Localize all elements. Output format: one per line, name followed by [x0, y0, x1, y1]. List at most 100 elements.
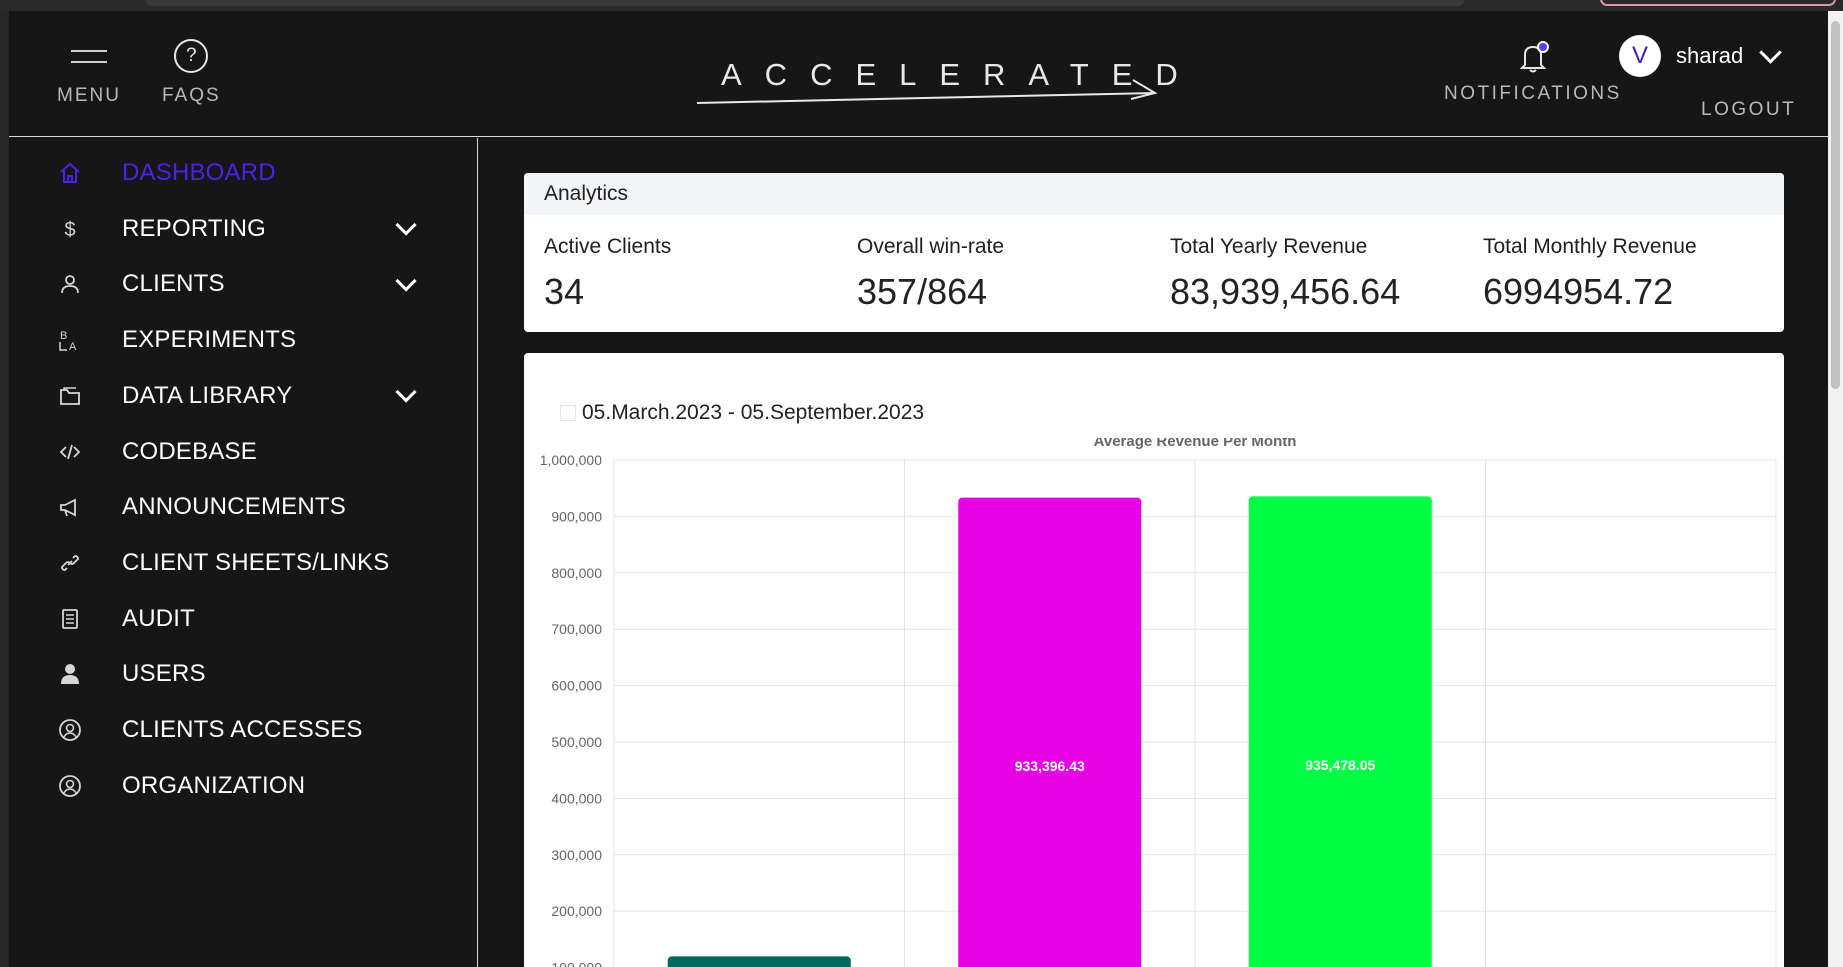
chevron-down-icon[interactable] [395, 214, 417, 236]
analytics-card: Analytics Active Clients 34 Overall win-… [524, 173, 1784, 332]
chevron-down-icon[interactable] [395, 381, 417, 403]
y-tick-label: 900,000 [551, 508, 602, 524]
user-circle-icon [57, 717, 83, 743]
stat-value: 34 [544, 271, 585, 312]
svg-text:$: $ [64, 219, 75, 241]
sidebar-item-label: REPORTING [122, 214, 267, 242]
sidebar-item-label: DATA LIBRARY [122, 381, 293, 409]
y-tick-label: 700,000 [551, 621, 602, 637]
logo-swoosh-icon [696, 79, 1158, 104]
sidebar-item-clients[interactable]: CLIENTS [9, 256, 478, 312]
question-icon: ? [174, 39, 209, 73]
bar [958, 497, 1142, 967]
username: sharad [1676, 43, 1744, 68]
stat-title: Total Yearly Revenue [1170, 235, 1368, 258]
revenue-bar-chart: Average Revenue Per Month 100,000 200,000 3… [540, 438, 1777, 967]
stat-win-rate: Overall win-rate 357/864 [857, 235, 1004, 313]
page-scrollbar[interactable] [1828, 11, 1843, 967]
browser-url-bar[interactable] [145, 0, 1465, 6]
stat-value: 6994954.72 [1483, 271, 1674, 312]
analytics-title: Analytics [524, 173, 1784, 215]
y-tick-label: 600,000 [551, 678, 602, 694]
sidebar-item-label: CLIENT SHEETS/LINKS [122, 548, 390, 576]
sidebar-item-label: CLIENTS [122, 270, 225, 298]
sidebar-item-label: CLIENTS ACCESSES [122, 716, 363, 743]
bar-value-label: 935,478.05 [1305, 757, 1375, 773]
date-range-picker[interactable]: 05.March.2023 - 05.September.2023 [560, 401, 924, 425]
y-tick-label: 800,000 [551, 565, 602, 581]
stat-monthly-revenue: Total Monthly Revenue 6994954.72 [1483, 235, 1697, 313]
svg-text:B: B [60, 330, 67, 342]
notifications-button[interactable]: NOTIFICATIONS [1444, 39, 1622, 105]
code-icon [57, 439, 83, 465]
stat-title: Active Clients [544, 235, 672, 258]
browser-profile-pill[interactable] [1600, 0, 1836, 6]
y-tick-label: 1,000,000 [540, 452, 602, 468]
link-icon [57, 550, 83, 576]
sidebar-item-label: DASHBOARD [122, 159, 276, 186]
stat-title: Total Monthly Revenue [1483, 235, 1697, 258]
y-tick-label: 500,000 [551, 734, 602, 750]
list-icon [57, 606, 83, 632]
stat-value: 83,939,456.64 [1170, 271, 1401, 312]
svg-text:A: A [69, 341, 77, 352]
folder-icon [57, 383, 83, 409]
stat-value: 357/864 [857, 271, 988, 312]
sidebar-item-organization[interactable]: ORGANIZATION [9, 758, 478, 814]
chart-title: Average Revenue Per Month [1094, 438, 1297, 450]
left-edge [0, 11, 9, 967]
stat-title: Overall win-rate [857, 235, 1005, 258]
sidebar-item-experiments[interactable]: B A EXPERIMENTS [9, 312, 478, 368]
sidebar-item-label: ANNOUNCEMENTS [122, 493, 346, 521]
home-icon [57, 160, 83, 186]
user-filled-icon [57, 661, 83, 687]
sidebar-item-announcements[interactable]: ANNOUNCEMENTS [9, 479, 478, 535]
menu-button[interactable]: MENU [57, 39, 121, 107]
sidebar-item-users[interactable]: USERS [9, 646, 478, 702]
chevron-down-icon [1759, 41, 1783, 64]
person-icon [57, 271, 83, 297]
faqs-button[interactable]: ? FAQS [162, 39, 221, 107]
scrollbar-thumb[interactable] [1831, 21, 1840, 389]
sidebar-item-dashboard[interactable]: DASHBOARD [9, 145, 478, 201]
bell-icon [1515, 39, 1551, 75]
dollar-icon: $ [57, 216, 83, 242]
sidebar-item-label: ORGANIZATION [122, 771, 306, 799]
y-tick-label: 300,000 [551, 847, 602, 863]
top-header: MENU ? FAQS ACCELERATED NOTIFICATIONS V … [9, 11, 1828, 137]
calendar-icon [560, 405, 576, 421]
hamburger-icon [70, 39, 107, 73]
bar [1248, 496, 1432, 967]
browser-top-strip [0, 0, 1843, 11]
y-tick-label: 200,000 [551, 903, 602, 919]
sidebar-item-label: USERS [122, 660, 206, 688]
menu-label: MENU [57, 85, 121, 106]
y-tick-label: 100,000 [551, 960, 602, 967]
chart-card: 05.March.2023 - 05.September.2023 Averag… [524, 353, 1784, 967]
sidebar-item-label: EXPERIMENTS [122, 326, 297, 354]
logout-button[interactable]: LOGOUT [1701, 99, 1796, 121]
sidebar-item-clients-accesses[interactable]: CLIENTS ACCESSES [9, 702, 478, 758]
user-menu[interactable]: V sharad [1619, 35, 1783, 77]
sidebar-item-label: CODEBASE [122, 437, 257, 465]
megaphone-icon [57, 494, 83, 520]
chevron-down-icon[interactable] [395, 270, 417, 292]
date-range-text: 05.March.2023 - 05.September.2023 [582, 401, 925, 424]
sidebar-item-client-sheets-links[interactable]: CLIENT SHEETS/LINKS [9, 535, 478, 591]
y-tick-label: 400,000 [551, 790, 602, 806]
bar-value-label: 933,396.43 [1015, 758, 1085, 774]
avatar: V [1619, 35, 1661, 77]
sidebar-item-reporting[interactable]: $ REPORTING [9, 201, 478, 257]
notification-dot [1536, 41, 1549, 53]
faqs-label: FAQS [162, 85, 221, 106]
bar [667, 956, 851, 967]
notifications-label: NOTIFICATIONS [1444, 83, 1622, 104]
sidebar-item-data-library[interactable]: DATA LIBRARY [9, 368, 478, 424]
stat-yearly-revenue: Total Yearly Revenue 83,939,456.64 [1170, 235, 1400, 313]
sidebar-item-codebase[interactable]: CODEBASE [9, 424, 478, 480]
accelerated-logo[interactable]: ACCELERATED [685, 47, 1178, 107]
sidebar-item-label: AUDIT [122, 604, 195, 632]
sidebar-item-audit[interactable]: AUDIT [9, 591, 478, 647]
user-circle-icon [57, 773, 83, 799]
sidebar: DASHBOARD $ REPORTING CLIENTS B A EXPERIMENTS D… [9, 138, 478, 967]
